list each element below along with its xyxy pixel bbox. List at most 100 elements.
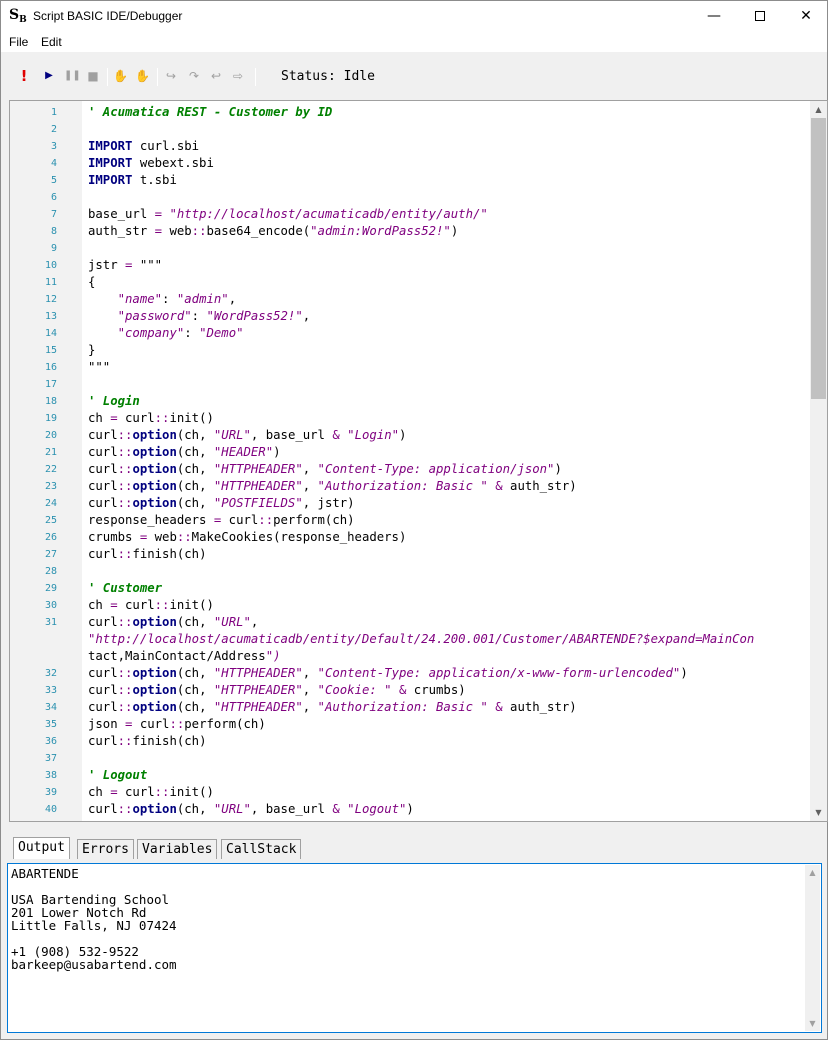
code-line[interactable]: 7 base_url = "http://localhost/acumaticad…	[10, 206, 810, 223]
code-line[interactable]: 35 json = curl::perform(ch)	[10, 716, 810, 733]
output-panel[interactable]: ABARTENDE USA Bartending School 201 Lowe…	[7, 863, 822, 1033]
code-line[interactable]: 34 curl::option(ch, "HTTPHEADER", "Author…	[10, 699, 810, 716]
code-line[interactable]: 36 curl::finish(ch)	[10, 733, 810, 750]
code-line[interactable]: 13 "password": "WordPass52!",	[10, 308, 810, 325]
scroll-up-icon[interactable]: ▲	[810, 101, 827, 118]
scroll-up-icon[interactable]: ▲	[805, 865, 820, 880]
code-line[interactable]: 3 IMPORT curl.sbi	[10, 138, 810, 155]
line-number: 29	[44, 583, 57, 594]
code-line[interactable]: 32 curl::option(ch, "HTTPHEADER", "Conten…	[10, 665, 810, 682]
code-editor[interactable]: 1 ' Acumatica REST - Customer by ID 2 3 IMPO…	[9, 100, 828, 822]
app-logo-icon: SB	[9, 7, 27, 25]
line-number: 2	[50, 124, 57, 135]
step-out-icon[interactable]: ↩	[209, 68, 223, 84]
run-icon[interactable]: !	[17, 68, 31, 84]
toolbar: ! ▶ ❚❚ ■ ✋ ✋ ↪ ↷ ↩ ⇨ Status: Idle	[1, 56, 827, 96]
line-number: 7	[50, 209, 57, 220]
line-text: tact,MainContact/Address")	[88, 649, 281, 663]
line-text: curl::option(ch, "URL", base_url & "Logi…	[88, 428, 407, 442]
code-line[interactable]: 31 curl::option(ch, "URL",	[10, 614, 810, 631]
line-text: crumbs = web::MakeCookies(response_heade…	[88, 530, 407, 544]
line-text: curl::option(ch, "HTTPHEADER", "Content-…	[88, 666, 688, 680]
code-line[interactable]: 6	[10, 189, 810, 206]
code-line[interactable]: 30 ch = curl::init()	[10, 597, 810, 614]
line-number: 5	[50, 175, 57, 186]
code-line[interactable]: 23 curl::option(ch, "HTTPHEADER", "Author…	[10, 478, 810, 495]
line-number: 13	[44, 311, 57, 322]
tab-callstack[interactable]: CallStack	[221, 839, 302, 859]
code-line[interactable]: 40 curl::option(ch, "URL", base_url & "Lo…	[10, 801, 810, 818]
code-line[interactable]: tact,MainContact/Address")	[10, 648, 810, 665]
output-scrollbar[interactable]: ▲ ▼	[805, 865, 820, 1031]
line-text: ' Customer	[88, 581, 163, 595]
code-line[interactable]: 2	[10, 121, 810, 138]
step-over-icon[interactable]: ↷	[187, 68, 201, 84]
editor-scrollbar[interactable]: ▲ ▼	[810, 101, 827, 821]
line-number: 27	[44, 549, 57, 560]
output-text: ABARTENDE USA Bartending School 201 Lowe…	[11, 866, 177, 972]
hand-stop-icon[interactable]: ✋	[135, 68, 150, 84]
maximize-button[interactable]	[737, 1, 783, 32]
menu-file[interactable]: File	[9, 35, 28, 49]
line-text: ch = curl::init()	[88, 785, 214, 799]
run-to-cursor-icon[interactable]: ⇨	[231, 68, 245, 84]
code-line[interactable]: 39 ch = curl::init()	[10, 784, 810, 801]
code-line[interactable]: 10 jstr = """	[10, 257, 810, 274]
line-number: 17	[44, 379, 57, 390]
code-line[interactable]: 37	[10, 750, 810, 767]
code-line[interactable]: 17	[10, 376, 810, 393]
code-line[interactable]: 18 ' Login	[10, 393, 810, 410]
line-number: 9	[50, 243, 57, 254]
code-line[interactable]: 19 ch = curl::init()	[10, 410, 810, 427]
code-line[interactable]: "http://localhost/acumaticadb/entity/Def…	[10, 631, 810, 648]
scroll-down-icon[interactable]: ▼	[805, 1016, 820, 1031]
code-line[interactable]: 24 curl::option(ch, "POSTFIELDS", jstr)	[10, 495, 810, 512]
code-line[interactable]: 20 curl::option(ch, "URL", base_url & "Lo…	[10, 427, 810, 444]
minimize-button[interactable]: —	[691, 1, 737, 32]
code-line[interactable]: 22 curl::option(ch, "HTTPHEADER", "Conten…	[10, 461, 810, 478]
line-number: 11	[44, 277, 57, 288]
line-number: 20	[44, 430, 57, 441]
code-line[interactable]: 5 IMPORT t.sbi	[10, 172, 810, 189]
code-line[interactable]: 21 curl::option(ch, "HEADER")	[10, 444, 810, 461]
scroll-thumb[interactable]	[811, 118, 826, 399]
line-text: IMPORT curl.sbi	[88, 139, 200, 153]
step-icon[interactable]: ▶	[42, 68, 56, 84]
line-text: ' Acumatica REST - Customer by ID	[88, 105, 333, 119]
stop-icon[interactable]: ■	[86, 68, 100, 84]
line-text: "http://localhost/acumaticadb/entity/Def…	[88, 632, 755, 646]
code-line[interactable]: 12 "name": "admin",	[10, 291, 810, 308]
tab-variables[interactable]: Variables	[137, 839, 218, 859]
tab-errors[interactable]: Errors	[77, 839, 134, 859]
title-bar[interactable]: SB Script BASIC IDE/Debugger — ✕	[1, 1, 827, 32]
scroll-down-icon[interactable]: ▼	[810, 804, 827, 821]
code-line[interactable]: 11 {	[10, 274, 810, 291]
line-number: 24	[44, 498, 57, 509]
code-line[interactable]: 26 crumbs = web::MakeCookies(response_hea…	[10, 529, 810, 546]
code-line[interactable]: 33 curl::option(ch, "HTTPHEADER", "Cookie…	[10, 682, 810, 699]
code-line[interactable]: 25 response_headers = curl::perform(ch)	[10, 512, 810, 529]
line-text: "company": "Demo"	[117, 326, 244, 340]
code-line[interactable]: 4 IMPORT webext.sbi	[10, 155, 810, 172]
tab-output[interactable]: Output	[13, 837, 70, 859]
line-number: 34	[44, 702, 57, 713]
code-line[interactable]: 14 "company": "Demo"	[10, 325, 810, 342]
code-line[interactable]: 9	[10, 240, 810, 257]
step-into-icon[interactable]: ↪	[164, 68, 178, 84]
hand-icon[interactable]: ✋	[113, 68, 128, 84]
menu-edit[interactable]: Edit	[41, 35, 62, 49]
code-line[interactable]: 8 auth_str = web::base64_encode("admin:Wo…	[10, 223, 810, 240]
pause-icon[interactable]: ❚❚	[64, 68, 81, 84]
line-text: "name": "admin",	[117, 292, 237, 306]
line-text: curl::finish(ch)	[88, 734, 207, 748]
code-line[interactable]: 29 ' Customer	[10, 580, 810, 597]
line-text: response_headers = curl::perform(ch)	[88, 513, 355, 527]
code-line[interactable]: 38 ' Logout	[10, 767, 810, 784]
close-button[interactable]: ✕	[783, 1, 828, 32]
code-line[interactable]: 15}	[10, 342, 810, 359]
code-line[interactable]: 16 """	[10, 359, 810, 376]
code-line[interactable]: 28	[10, 563, 810, 580]
code-line[interactable]: 27 curl::finish(ch)	[10, 546, 810, 563]
code-line[interactable]: 1 ' Acumatica REST - Customer by ID	[10, 104, 810, 121]
line-number: 37	[44, 753, 57, 764]
